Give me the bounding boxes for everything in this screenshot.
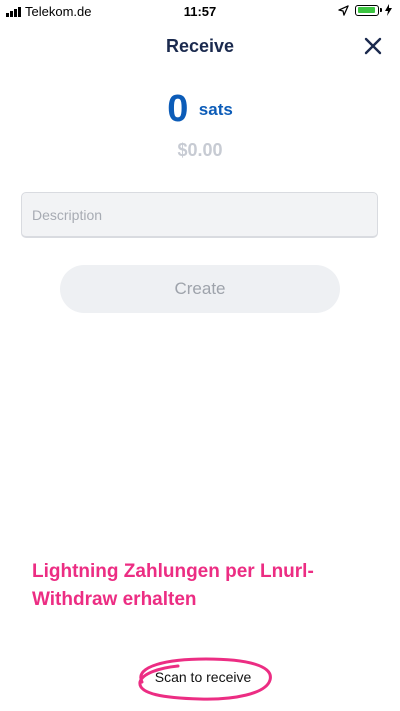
description-field[interactable] — [21, 192, 378, 238]
charging-bolt-icon — [385, 4, 392, 16]
amount-display: 0 sats — [0, 88, 400, 131]
page-title: Receive — [165, 36, 235, 56]
close-icon[interactable] — [360, 33, 386, 59]
header: Receive — [0, 32, 400, 60]
create-button[interactable]: Create — [60, 265, 340, 313]
amount-unit: sats — [198, 100, 233, 119]
description-input[interactable] — [22, 193, 377, 236]
fiat-amount: $0.00 — [177, 140, 223, 160]
status-right — [338, 4, 392, 16]
amount-value: 0 — [167, 88, 189, 130]
annotation-line-2: Withdraw erhalten — [32, 589, 197, 610]
location-arrow-icon — [338, 4, 349, 16]
status-bar: Telekom.de 11:57 — [0, 0, 400, 22]
annotation-line-1: Lightning Zahlungen per Lnurl- — [32, 561, 314, 582]
scan-to-receive-button[interactable]: Scan to receive — [128, 669, 278, 685]
scan-area: Scan to receive — [128, 654, 278, 704]
annotation-text: Lightning Zahlungen per Lnurl- Withdraw … — [32, 558, 377, 614]
battery-icon — [355, 4, 382, 16]
